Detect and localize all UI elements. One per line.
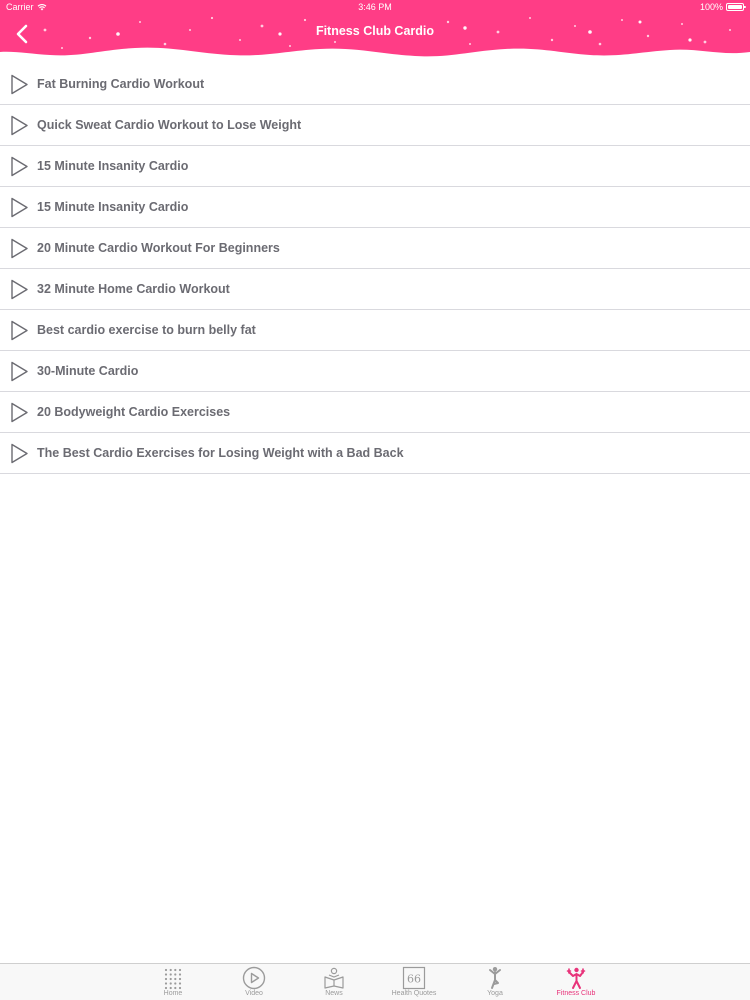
list-item-title: Fat Burning Cardio Workout xyxy=(37,77,205,91)
list-item[interactable]: 20 Bodyweight Cardio Exercises xyxy=(0,392,750,433)
list-item-title: 20 Bodyweight Cardio Exercises xyxy=(37,405,231,419)
tab-label: Home xyxy=(163,990,183,997)
tab-home[interactable]: Home xyxy=(138,964,208,1000)
yoga-icon xyxy=(489,967,501,989)
play-icon xyxy=(11,115,28,136)
tab-health-quotes[interactable]: 66 Health Quotes xyxy=(379,964,449,1000)
tab-fitness-club[interactable]: Fitness Club xyxy=(541,964,611,1000)
list-item-title: Quick Sweat Cardio Workout to Lose Weigh… xyxy=(37,118,302,132)
list-item-title: 30-Minute Cardio xyxy=(37,364,139,378)
list-item[interactable]: Fat Burning Cardio Workout xyxy=(0,64,750,105)
play-icon xyxy=(11,238,28,259)
video-list: Fat Burning Cardio Workout Quick Sweat C… xyxy=(0,64,750,474)
tab-bar: Home Video News 66 Health Quotes Yoga Fi… xyxy=(0,963,750,1000)
play-icon xyxy=(11,197,28,218)
list-item-title: 32 Minute Home Cardio Workout xyxy=(37,282,230,296)
tab-label: Health Quotes xyxy=(391,990,437,997)
quote-icon: 66 xyxy=(402,966,426,990)
tab-label: Video xyxy=(245,990,263,997)
list-item-title: 20 Minute Cardio Workout For Beginners xyxy=(37,241,280,255)
list-item[interactable]: 32 Minute Home Cardio Workout xyxy=(0,269,750,310)
list-item[interactable]: The Best Cardio Exercises for Losing Wei… xyxy=(0,433,750,474)
tab-news[interactable]: News xyxy=(299,964,369,1000)
list-item[interactable]: 15 Minute Insanity Cardio xyxy=(0,187,750,228)
play-icon xyxy=(11,279,28,300)
battery-icon xyxy=(726,3,746,11)
play-icon xyxy=(11,402,28,423)
status-battery: 100% xyxy=(699,0,746,14)
news-icon xyxy=(324,967,344,989)
play-circle-icon xyxy=(242,966,266,990)
tab-yoga[interactable]: Yoga xyxy=(460,964,530,1000)
page-title: Fitness Club Cardio xyxy=(315,24,435,38)
list-item[interactable]: Best cardio exercise to burn belly fat xyxy=(0,310,750,351)
list-item[interactable]: 15 Minute Insanity Cardio xyxy=(0,146,750,187)
tab-label: Yoga xyxy=(487,990,503,997)
list-item-title: The Best Cardio Exercises for Losing Wei… xyxy=(37,446,404,460)
list-item-title: 15 Minute Insanity Cardio xyxy=(37,200,189,214)
play-icon xyxy=(11,361,28,382)
play-icon xyxy=(11,74,28,95)
play-icon xyxy=(11,443,28,464)
list-item-title: Best cardio exercise to burn belly fat xyxy=(37,323,256,337)
list-item[interactable]: 30-Minute Cardio xyxy=(0,351,750,392)
tab-label: Fitness Club xyxy=(556,990,596,997)
fitness-icon xyxy=(566,967,586,989)
battery-percent: 100% xyxy=(699,2,723,12)
list-item[interactable]: Quick Sweat Cardio Workout to Lose Weigh… xyxy=(0,105,750,146)
tab-label: News xyxy=(325,990,343,997)
svg-text:66: 66 xyxy=(407,973,421,986)
tab-video[interactable]: Video xyxy=(219,964,289,1000)
grid-dots-icon xyxy=(164,968,182,990)
status-bar: Carrier 3:46 PM 100% xyxy=(0,0,750,14)
play-icon xyxy=(11,156,28,177)
list-item-title: 15 Minute Insanity Cardio xyxy=(37,159,189,173)
status-time: 3:46 PM xyxy=(358,2,392,12)
play-icon xyxy=(11,320,28,341)
list-item[interactable]: 20 Minute Cardio Workout For Beginners xyxy=(0,228,750,269)
header: Carrier 3:46 PM 100% Fitness Club Cardio xyxy=(0,0,750,64)
